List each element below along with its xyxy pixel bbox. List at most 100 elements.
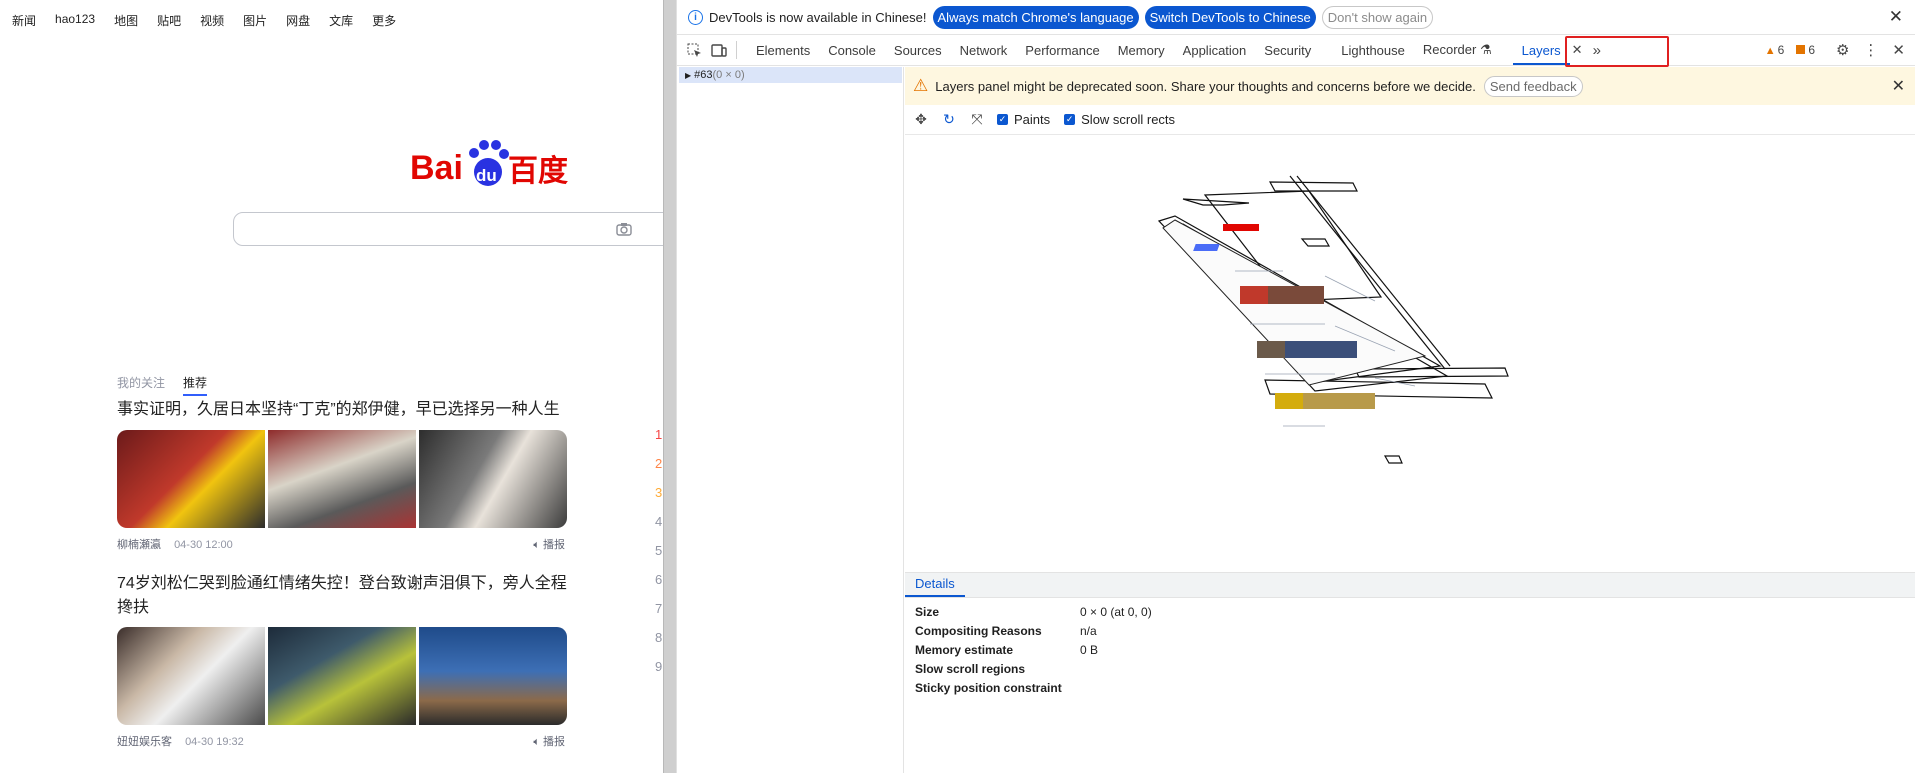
news-source[interactable]: 柳楠瀬瀛	[117, 539, 161, 551]
news-image-row[interactable]	[117, 430, 567, 528]
error-icon	[1796, 45, 1806, 54]
rank-number: 3	[655, 485, 663, 500]
tab-following[interactable]: 我的关注	[117, 374, 165, 396]
match-language-button[interactable]: Always match Chrome's language	[932, 5, 1139, 29]
reset-transform-icon[interactable]: ⤧	[969, 111, 985, 128]
nav-link-images[interactable]: 图片	[243, 12, 267, 29]
rank-number: 2	[655, 456, 663, 471]
tab-network[interactable]: Network	[951, 43, 1017, 58]
detail-key: Memory estimate	[915, 643, 1014, 657]
inspect-element-icon[interactable]	[686, 42, 702, 58]
news-image[interactable]	[268, 627, 416, 725]
detail-row-sticky: Sticky position constraint	[915, 681, 1080, 695]
tab-performance[interactable]: Performance	[1016, 43, 1108, 58]
close-icon[interactable]: ✕	[1889, 7, 1903, 27]
tab-lighthouse[interactable]: Lighthouse	[1332, 43, 1414, 58]
news-image[interactable]	[117, 627, 265, 725]
nav-link-netdisk[interactable]: 网盘	[286, 12, 310, 29]
nav-link-hao123[interactable]: hao123	[55, 12, 95, 29]
issue-badges[interactable]: ▲ 6 6	[1765, 43, 1815, 57]
layers-main: ⚠︎ Layers panel might be deprecated soon…	[905, 67, 1915, 773]
rank-number: 7	[655, 601, 663, 616]
layers-tree: ▶ #63 (0 × 0)	[677, 67, 904, 773]
divider	[736, 41, 737, 59]
dont-show-again-button[interactable]: Don't show again	[1321, 5, 1434, 29]
tab-sources[interactable]: Sources	[885, 43, 951, 58]
news-title[interactable]: 事实证明，久居日本坚持“丁克”的郑伊健，早已选择另一种人生	[117, 398, 567, 422]
browser-page: 新闻 hao123 地图 贴吧 视频 图片 网盘 文库 更多 Bai du 百度	[0, 0, 663, 773]
switch-language-button[interactable]: Switch DevTools to Chinese	[1144, 5, 1316, 29]
pan-mode-icon[interactable]: ✥	[913, 111, 929, 128]
news-source[interactable]: 妞妞娱乐客	[117, 736, 172, 748]
settings-gear-icon[interactable]: ⚙︎	[1836, 41, 1849, 59]
kebab-menu-icon[interactable]: ⋮	[1863, 41, 1878, 59]
detail-key: Slow scroll regions	[915, 662, 1026, 676]
checkbox-checked-icon: ✓	[1064, 114, 1076, 125]
detail-row-slow-scroll: Slow scroll regions	[915, 662, 1080, 676]
detail-row-compositing: Compositing Reasons n/a	[915, 624, 1097, 638]
nav-link-wenku[interactable]: 文库	[329, 12, 353, 29]
warnings-badge[interactable]: ▲ 6	[1765, 43, 1785, 57]
rank-number: 1	[655, 427, 663, 442]
news-time: 04-30 19:32	[185, 736, 244, 748]
tab-console[interactable]: Console	[819, 43, 885, 58]
news-image[interactable]	[268, 430, 416, 528]
errors-badge[interactable]: 6	[1796, 43, 1815, 57]
layer-tree-node[interactable]: ▶ #63 (0 × 0)	[679, 67, 902, 83]
news-image[interactable]	[419, 627, 567, 725]
camera-icon[interactable]	[616, 222, 632, 236]
news-image-row[interactable]	[117, 627, 567, 725]
rank-number: 5	[655, 543, 663, 558]
device-toolbar-icon[interactable]	[711, 42, 727, 58]
deprecation-warning: ⚠︎ Layers panel might be deprecated soon…	[905, 67, 1915, 105]
news-title[interactable]: 74岁刘松仁哭到脸通红情绪失控！登台致谢声泪俱下，旁人全程搀扶	[117, 572, 567, 620]
news-image[interactable]	[117, 430, 265, 528]
detail-value: n/a	[1080, 624, 1097, 638]
rotate-mode-icon[interactable]: ↻	[941, 111, 957, 128]
detail-key: Size	[915, 605, 940, 619]
expand-triangle-icon[interactable]: ▶	[685, 71, 691, 80]
play-button[interactable]: 🔈︎ 播报	[533, 733, 565, 749]
search-input[interactable]	[233, 212, 663, 246]
rank-number: 6	[655, 572, 663, 587]
news-meta: 妞妞娱乐客 04-30 19:32 🔈︎ 播报	[117, 733, 565, 749]
layers-3d-view[interactable]	[905, 136, 1915, 572]
devtools-tabbar: Elements Console Sources Network Perform…	[677, 34, 1915, 67]
tab-security[interactable]: Security	[1255, 43, 1320, 58]
warning-icon: ▲	[1764, 45, 1776, 57]
nav-link-news[interactable]: 新闻	[12, 12, 36, 29]
svg-text:Bai: Bai	[410, 149, 463, 187]
svg-text:百度: 百度	[508, 154, 568, 189]
tab-layers[interactable]: Layers	[1512, 43, 1570, 65]
nav-link-map[interactable]: 地图	[114, 12, 138, 29]
details-tabbar	[905, 573, 1915, 598]
tab-elements[interactable]: Elements	[747, 43, 819, 58]
warning-triangle-icon: ⚠︎	[913, 76, 929, 95]
play-button[interactable]: 🔈︎ 播报	[533, 536, 565, 552]
close-warning-icon[interactable]: ✕	[1892, 76, 1905, 96]
infobar-message: DevTools is now available in Chinese!	[709, 9, 927, 25]
feed-tabs: 我的关注 推荐	[117, 374, 208, 396]
close-devtools-icon[interactable]: ✕	[1892, 41, 1905, 59]
baidu-logo: Bai du 百度	[410, 140, 568, 189]
rank-number: 9	[655, 659, 663, 674]
language-infobar: i DevTools is now available in Chinese! …	[677, 0, 1915, 34]
nav-link-tieba[interactable]: 贴吧	[157, 12, 181, 29]
layers-toolbar: ✥ ↻ ⤧ ✓ Paints ✓ Slow scroll rects	[905, 105, 1915, 135]
paints-checkbox[interactable]: ✓ Paints	[997, 112, 1050, 127]
tab-memory[interactable]: Memory	[1109, 43, 1174, 58]
send-feedback-button[interactable]: Send feedback	[1483, 75, 1583, 97]
tab-recorder[interactable]: Recorder ⚗︎	[1414, 42, 1501, 58]
tab-details[interactable]: Details	[905, 573, 965, 597]
nav-link-video[interactable]: 视频	[200, 12, 224, 29]
tab-application[interactable]: Application	[1174, 43, 1256, 58]
detail-value: 0 × 0 (at 0, 0)	[1080, 605, 1152, 619]
nav-link-more[interactable]: 更多	[372, 12, 396, 29]
tab-recommended[interactable]: 推荐	[183, 374, 208, 396]
svg-text:du: du	[476, 166, 497, 185]
slow-scroll-checkbox[interactable]: ✓ Slow scroll rects	[1064, 112, 1175, 127]
devtools-resize-handle[interactable]	[663, 0, 677, 773]
speaker-icon: 🔈︎	[533, 736, 543, 748]
news-meta: 柳楠瀬瀛 04-30 12:00 🔈︎ 播报	[117, 536, 565, 552]
news-image[interactable]	[419, 430, 567, 528]
